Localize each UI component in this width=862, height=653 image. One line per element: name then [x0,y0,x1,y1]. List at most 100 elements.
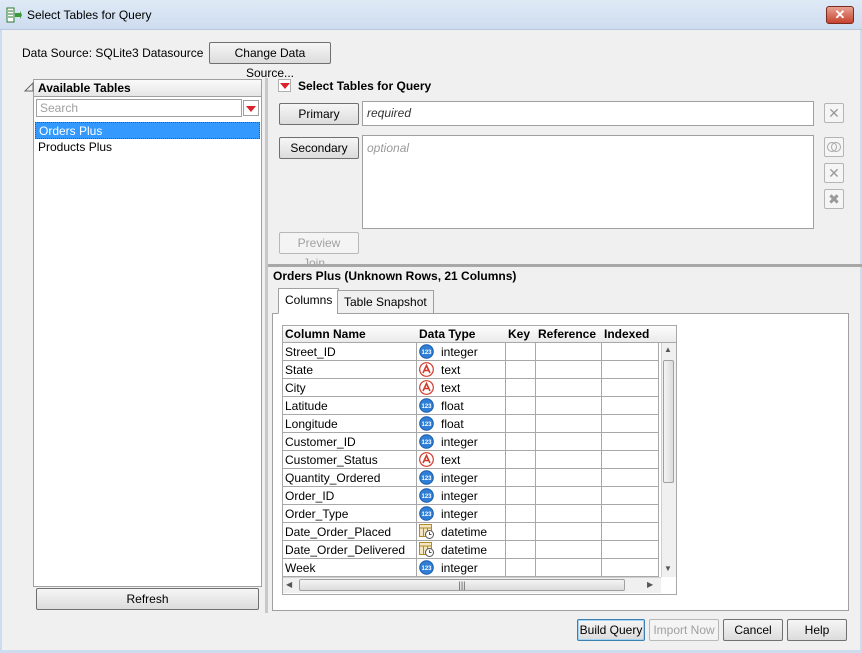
table-row[interactable]: Week 123 integer [283,559,661,577]
header-column-name[interactable]: Column Name [283,326,366,343]
data-type-cell: text [417,451,506,469]
remove-primary-icon[interactable]: ✕ [824,103,844,123]
table-item-orders-plus[interactable]: Orders Plus [35,122,260,139]
scroll-left-icon[interactable]: ◀ [286,580,292,589]
svg-text:123: 123 [421,404,432,410]
table-row[interactable]: City text [283,379,661,397]
collapse-triangle-icon[interactable] [24,82,34,92]
reference-cell [536,433,602,451]
columns-grid: Column Name Data Type Key Reference Inde… [282,325,677,595]
data-type-label: integer [441,471,478,485]
data-type-label: text [441,363,461,377]
data-type-label: datetime [441,543,488,557]
key-cell [506,541,536,559]
available-tables-header: Available Tables [33,79,262,97]
header-data-type[interactable]: Data Type [417,326,475,343]
table-row[interactable]: Customer_ID 123 integer [283,433,661,451]
data-type-cell: 123 float [417,415,506,433]
remove-secondary-icon[interactable]: ✕ [824,163,844,183]
key-cell [506,505,536,523]
indexed-cell [602,523,659,541]
indexed-cell [602,361,659,379]
data-type-cell: 123 integer [417,505,506,523]
column-name-cell: Longitude [283,415,417,433]
close-button[interactable]: ✕ [826,6,854,24]
horizontal-splitter[interactable] [268,264,862,267]
primary-button[interactable]: Primary [279,103,359,125]
window-frame-left [0,30,2,653]
column-name: Date_Order_Placed [285,525,392,539]
indexed-cell [602,451,659,469]
column-name: Longitude [285,417,338,431]
tab-columns[interactable]: Columns [278,288,340,314]
column-name-cell: Customer_ID [283,433,417,451]
table-row[interactable]: Order_ID 123 integer [283,487,661,505]
text-icon [419,380,434,396]
build-query-button[interactable]: Build Query [577,619,645,641]
join-icon[interactable] [824,137,844,157]
column-name: State [285,363,314,377]
numeric-icon: 123 [419,344,434,360]
header-reference[interactable]: Reference [536,326,596,343]
scroll-up-icon[interactable]: ▲ [664,345,672,354]
svg-text:123: 123 [421,476,432,482]
data-type-cell: 123 float [417,397,506,415]
vertical-scroll-thumb[interactable] [663,360,674,483]
table-row[interactable]: Date_Order_Placed datetime [283,523,661,541]
data-type-cell: text [417,361,506,379]
svg-text:123: 123 [421,440,432,446]
table-search-input[interactable]: Search [36,99,242,117]
import-now-button[interactable]: Import Now [649,619,719,641]
change-data-source-button[interactable]: Change Data Source... [209,42,331,80]
column-name: Latitude [285,399,328,413]
column-name: Date_Order_Delivered [285,543,406,557]
grid-header: Column Name Data Type Key Reference Inde… [283,326,676,343]
svg-text:123: 123 [421,512,432,518]
numeric-icon: 123 [419,506,434,522]
data-type-cell: datetime [417,523,506,541]
title-bar: Select Tables for Query ✕ [0,0,862,30]
indexed-cell [602,469,659,487]
secondary-tables-field[interactable]: optional [362,135,814,229]
horizontal-scroll-thumb[interactable]: ||| [299,579,625,591]
table-item-products-plus[interactable]: Products Plus [35,139,260,156]
preview-join-button[interactable]: Preview Join... [279,232,359,270]
table-row[interactable]: Longitude 123 float [283,415,661,433]
table-row[interactable]: Quantity_Ordered 123 integer [283,469,661,487]
header-key[interactable]: Key [506,326,530,343]
cancel-button[interactable]: Cancel [723,619,783,641]
refresh-button[interactable]: Refresh [36,588,259,610]
table-row[interactable]: Date_Order_Delivered datetime [283,541,661,559]
scroll-right-icon[interactable]: ▶ [647,580,653,589]
secondary-button[interactable]: Secondary [279,137,359,159]
column-name: Customer_ID [285,435,356,449]
table-row[interactable]: Latitude 123 float [283,397,661,415]
header-indexed[interactable]: Indexed [602,326,649,343]
scroll-down-icon[interactable]: ▼ [664,564,672,573]
table-row[interactable]: State text [283,361,661,379]
key-cell [506,433,536,451]
help-button[interactable]: Help [787,619,847,641]
numeric-icon: 123 [419,434,434,450]
reference-cell [536,397,602,415]
tab-table-snapshot[interactable]: Table Snapshot [337,290,434,314]
column-name-cell: State [283,361,417,379]
table-row[interactable]: Street_ID 123 integer [283,343,661,361]
indexed-cell [602,505,659,523]
table-row[interactable]: Order_Type 123 integer [283,505,661,523]
column-name: Street_ID [285,345,336,359]
vertical-splitter[interactable] [265,78,268,613]
column-name-cell: Street_ID [283,343,417,361]
column-name-cell: Latitude [283,397,417,415]
column-name-cell: Date_Order_Placed [283,523,417,541]
numeric-icon: 123 [419,398,434,414]
data-type-label: float [441,417,464,431]
table-row[interactable]: Customer_Status text [283,451,661,469]
reference-cell [536,343,602,361]
data-type-label: integer [441,561,478,575]
remove-all-icon[interactable]: ✖ [824,189,844,209]
select-tables-menu-button[interactable] [278,79,291,92]
search-options-dropdown[interactable] [243,100,259,116]
primary-table-field[interactable]: required [362,101,814,126]
dropdown-arrow-icon [246,106,256,112]
